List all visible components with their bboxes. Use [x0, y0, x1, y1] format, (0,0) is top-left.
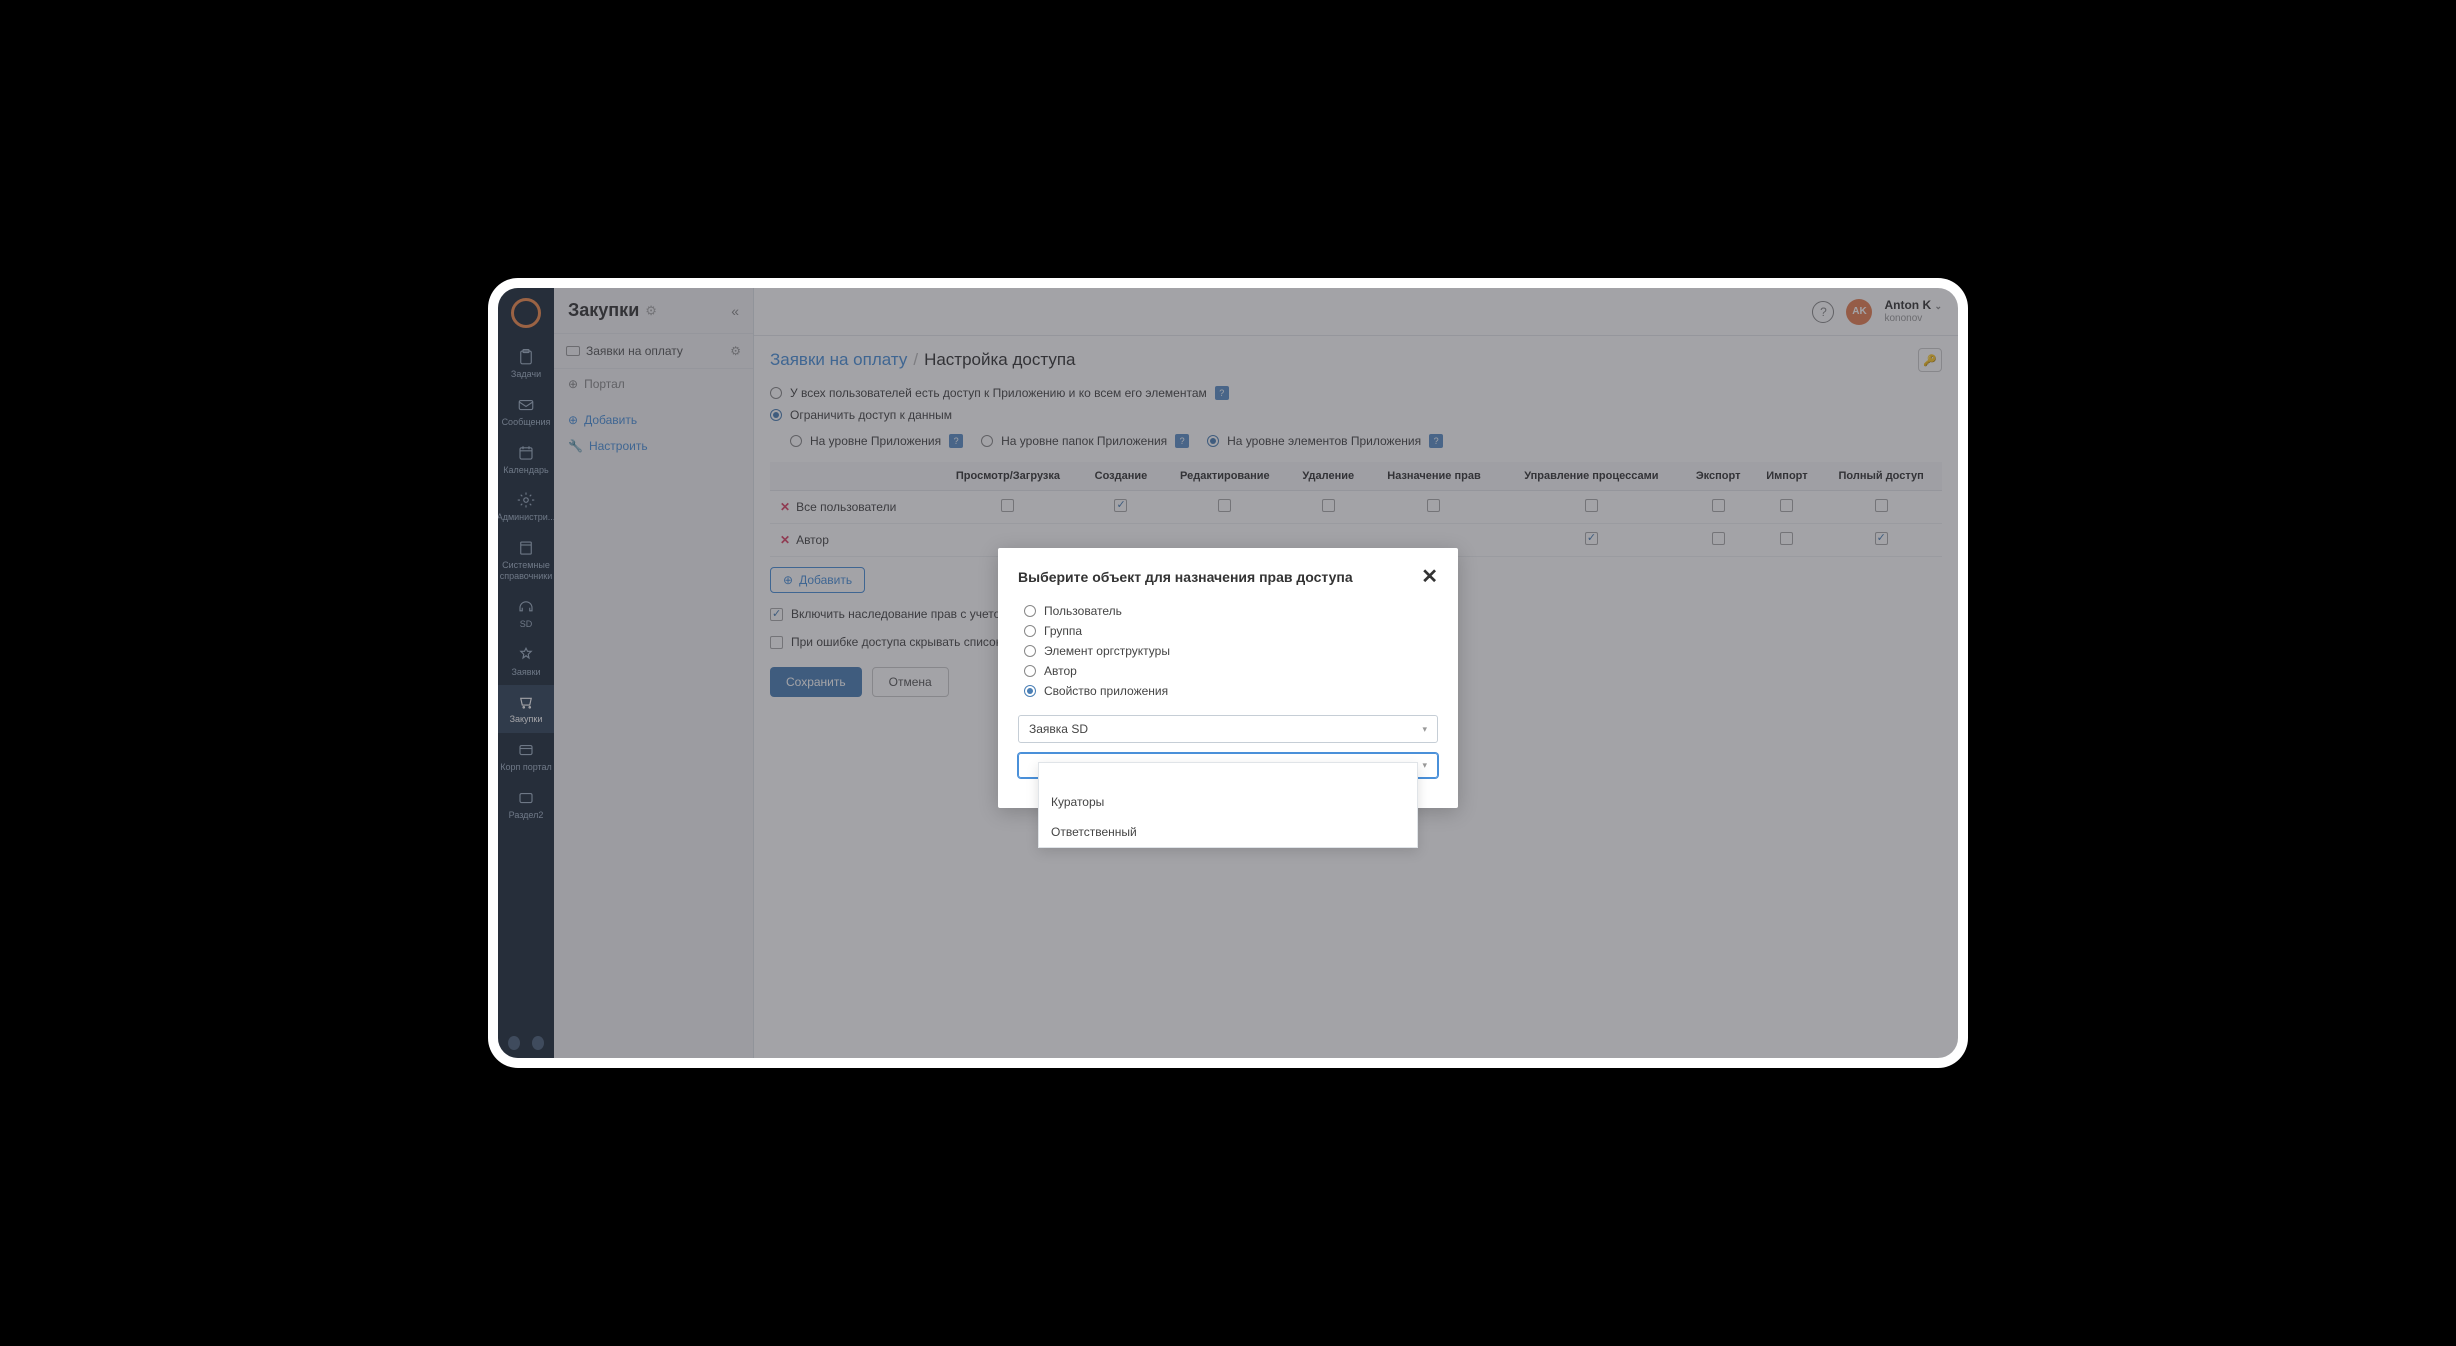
access-object-modal: Выберите объект для назначения прав дост…: [998, 548, 1458, 808]
close-icon[interactable]: ✕: [1421, 564, 1438, 589]
property-dropdown: Кураторы Ответственный: [1038, 762, 1418, 848]
opt-org[interactable]: Элемент оргструктуры: [1024, 641, 1438, 661]
dropdown-option[interactable]: Кураторы: [1039, 787, 1417, 817]
dropdown-option[interactable]: Ответственный: [1039, 817, 1417, 847]
chevron-down-icon: ▾: [1422, 760, 1427, 771]
select-app[interactable]: Заявка SD ▾: [1018, 715, 1438, 743]
opt-app-property[interactable]: Свойство приложения: [1024, 681, 1438, 701]
opt-user[interactable]: Пользователь: [1024, 601, 1438, 621]
opt-group[interactable]: Группа: [1024, 621, 1438, 641]
chevron-down-icon: ▾: [1422, 724, 1427, 735]
opt-author[interactable]: Автор: [1024, 661, 1438, 681]
modal-title: Выберите объект для назначения прав дост…: [1018, 569, 1353, 585]
